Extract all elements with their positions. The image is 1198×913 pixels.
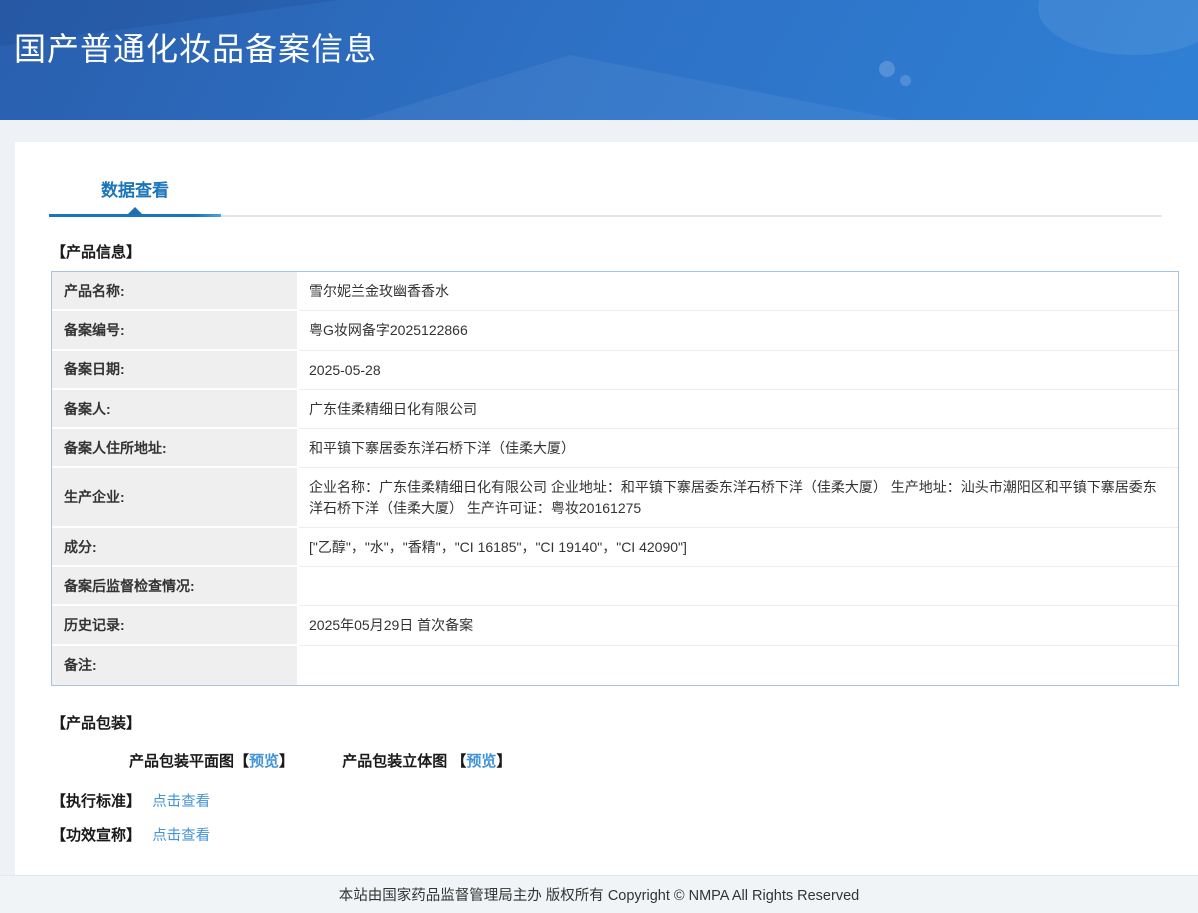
packaging-stereo-group: 产品包装立体图 【预览】: [342, 750, 511, 771]
product-info-table: 产品名称: 雪尔妮兰金玫幽香香水 备案编号: 粤G妆网备字2025122866 …: [51, 271, 1179, 686]
packaging-stereo-preview-link[interactable]: 预览: [466, 753, 496, 770]
tab-active-underline: [49, 214, 221, 217]
row-label: 备案后监督检查情况:: [52, 567, 299, 607]
table-row: 产品名称: 雪尔妮兰金玫幽香香水: [52, 272, 1178, 312]
standards-section: 【执行标准】 点击查看: [51, 790, 1161, 811]
row-label: 备案人:: [52, 389, 299, 430]
row-label: 备案编号:: [52, 311, 299, 351]
banner-band-shape: [360, 55, 900, 120]
banner-dot-decoration: [900, 75, 911, 86]
standards-view-link[interactable]: 点击查看: [152, 794, 210, 810]
table-row: 成分: ["乙醇"，"水"，"香精"，"CI 16185"，"CI 19140"…: [52, 528, 1178, 568]
row-value: 和平镇下寨居委东洋石桥下洋（佳柔大厦）: [299, 429, 1178, 469]
bracket-close: 】: [279, 752, 295, 770]
packaging-previews: 产品包装平面图【预览】 产品包装立体图 【预览】: [51, 750, 1161, 771]
table-row: 生产企业: 企业名称：广东佳柔精细日化有限公司 企业地址：和平镇下寨居委东洋石桥…: [52, 468, 1178, 529]
row-value: 企业名称：广东佳柔精细日化有限公司 企业地址：和平镇下寨居委东洋石桥下洋（佳柔大…: [299, 468, 1178, 529]
bracket-open: 【: [234, 752, 250, 770]
packaging-flat-group: 产品包装平面图【预览】: [129, 750, 294, 771]
standards-section-title: 【执行标准】: [51, 792, 142, 810]
row-label: 备案人住所地址:: [52, 429, 299, 469]
row-label: 备注:: [52, 645, 299, 685]
efficacy-view-link[interactable]: 点击查看: [152, 828, 210, 844]
row-value: [299, 645, 1178, 685]
packaging-flat-label: 产品包装平面图: [129, 752, 235, 770]
bracket-close: 】: [496, 752, 512, 770]
content-card: 数据查看 【产品信息】 产品名称: 雪尔妮兰金玫幽香香水 备案编号: 粤G妆网备…: [15, 142, 1198, 875]
banner-blob-shape: [1038, 0, 1198, 55]
row-label: 备案日期:: [52, 350, 299, 390]
row-value: 广东佳柔精细日化有限公司: [299, 389, 1178, 430]
table-row: 备案后监督检查情况:: [52, 567, 1178, 607]
row-value: 雪尔妮兰金玫幽香香水: [299, 272, 1178, 312]
row-label: 成分:: [52, 528, 299, 568]
row-value: 2025-05-28: [299, 350, 1178, 390]
row-label: 生产企业:: [52, 468, 299, 529]
table-row: 历史记录: 2025年05月29日 首次备案: [52, 606, 1178, 646]
page-title: 国产普通化妆品备案信息: [14, 31, 378, 67]
tab-bar: 数据查看: [49, 176, 1162, 217]
row-value: 2025年05月29日 首次备案: [299, 606, 1178, 646]
efficacy-section: 【功效宣称】 点击查看: [51, 824, 1161, 845]
page-footer: 本站由国家药品监督管理局主办 版权所有 Copyright © NMPA All…: [0, 874, 1198, 913]
table-row: 备案日期: 2025-05-28: [52, 350, 1178, 390]
bracket-open: 【: [451, 752, 467, 770]
copyright-text: 本站由国家药品监督管理局主办 版权所有 Copyright © NMPA All…: [338, 887, 860, 904]
row-value: ["乙醇"，"水"，"香精"，"CI 16185"，"CI 19140"，"CI…: [299, 528, 1178, 568]
table-row: 备案编号: 粤G妆网备字2025122866: [52, 311, 1178, 351]
tab-active-pointer: [128, 207, 142, 214]
table-row: 备案人: 广东佳柔精细日化有限公司: [52, 389, 1178, 430]
row-label: 产品名称:: [52, 272, 299, 312]
table-row: 备案人住所地址: 和平镇下寨居委东洋石桥下洋（佳柔大厦）: [52, 429, 1178, 469]
packaging-stereo-label: 产品包装立体图: [342, 752, 452, 770]
page-header: 国产普通化妆品备案信息: [0, 0, 1198, 120]
row-value: [299, 567, 1178, 607]
packaging-flat-preview-link[interactable]: 预览: [249, 753, 279, 770]
row-label: 历史记录:: [52, 606, 299, 646]
banner-dot-decoration: [879, 61, 895, 77]
tab-data-view-label: 数据查看: [101, 181, 169, 200]
product-info-section-title: 【产品信息】: [51, 244, 142, 261]
tab-data-view[interactable]: 数据查看: [49, 176, 221, 217]
packaging-section-title: 【产品包装】: [51, 714, 142, 732]
table-row: 备注:: [52, 645, 1178, 685]
row-value: 粤G妆网备字2025122866: [299, 311, 1178, 351]
efficacy-section-title: 【功效宣称】: [51, 826, 142, 844]
